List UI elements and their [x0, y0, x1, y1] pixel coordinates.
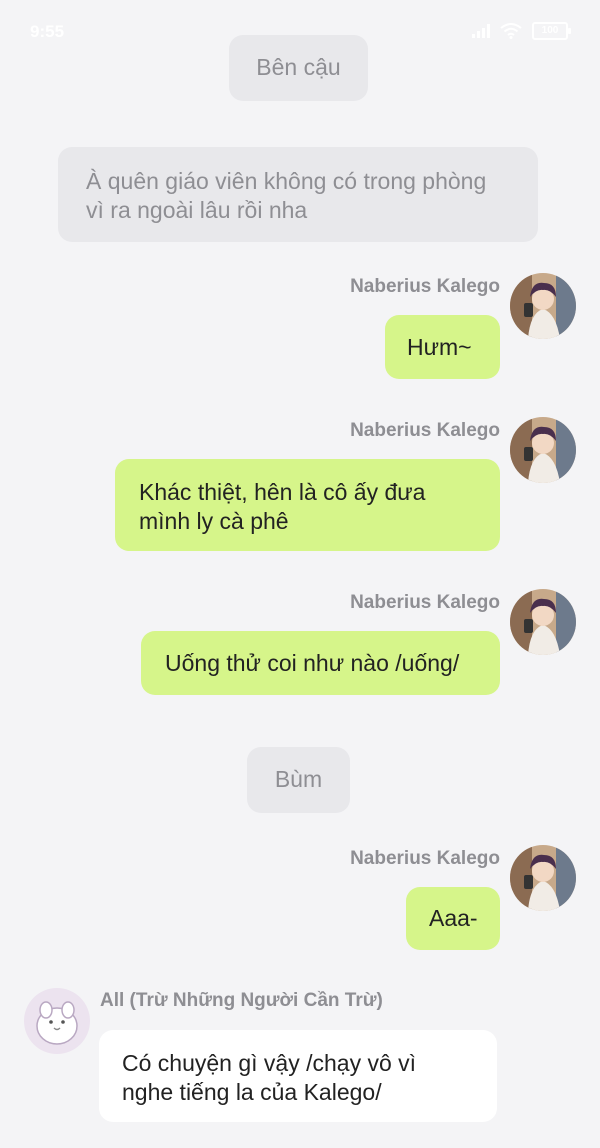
avatar[interactable] [510, 589, 576, 655]
battery-icon: 100 [532, 22, 571, 40]
sender-name: All (Trừ Những Người Cần Trừ) [100, 990, 383, 1011]
outgoing-message-bubble[interactable]: Uống thử coi như nào /uống/ [141, 631, 500, 695]
system-message: À quên giáo viên không có trong phòng vì… [58, 147, 538, 242]
avatar-image-icon [510, 273, 576, 339]
message-text-line: nghe tiếng la của Kalego/ [122, 1079, 382, 1105]
sender-name: Naberius Kalego [350, 420, 500, 441]
message-text-line: mình ly cà phê [139, 508, 289, 534]
system-message-text: Bùm [274, 766, 323, 792]
outgoing-message-bubble[interactable]: Hưm~ [385, 315, 500, 379]
sender-name: Naberius Kalego [350, 848, 500, 869]
message-text-line: Có chuyện gì vậy /chạy vô vì [122, 1050, 417, 1076]
wifi-icon [500, 23, 522, 39]
system-message: Bùm [247, 747, 350, 813]
message-text: Aaa- [429, 905, 478, 931]
message-text: Uống thử coi như nào /uống/ [165, 650, 460, 676]
avatar-image-icon [510, 589, 576, 655]
avatar[interactable] [510, 417, 576, 483]
incoming-message-bubble[interactable]: Có chuyện gì vậy /chạy vô vì nghe tiếng … [99, 1030, 497, 1122]
status-icons: 100 [472, 22, 571, 40]
avatar-image-icon [510, 417, 576, 483]
avatar[interactable] [510, 845, 576, 911]
system-message: Bên cậu [229, 35, 368, 101]
message-text-line: Khác thiệt, hên là cô ấy đưa [139, 479, 426, 505]
outgoing-message-bubble[interactable]: Khác thiệt, hên là cô ấy đưa mình ly cà … [115, 459, 500, 551]
system-message-text: Bên cậu [256, 54, 341, 80]
avatar-image-icon [510, 845, 576, 911]
system-message-line: vì ra ngoài lâu rồi nha [86, 197, 308, 223]
avatar-image-icon [24, 988, 90, 1054]
outgoing-message-bubble[interactable]: Aaa- [406, 887, 500, 950]
avatar[interactable] [510, 273, 576, 339]
sender-name: Naberius Kalego [350, 592, 500, 613]
message-text: Hưm~ [407, 334, 472, 360]
signal-icon [472, 24, 490, 38]
avatar[interactable] [24, 988, 90, 1054]
system-message-line: À quên giáo viên không có trong phòng [86, 168, 487, 194]
sender-name: Naberius Kalego [350, 276, 500, 297]
status-time: 9:55 [30, 22, 65, 41]
